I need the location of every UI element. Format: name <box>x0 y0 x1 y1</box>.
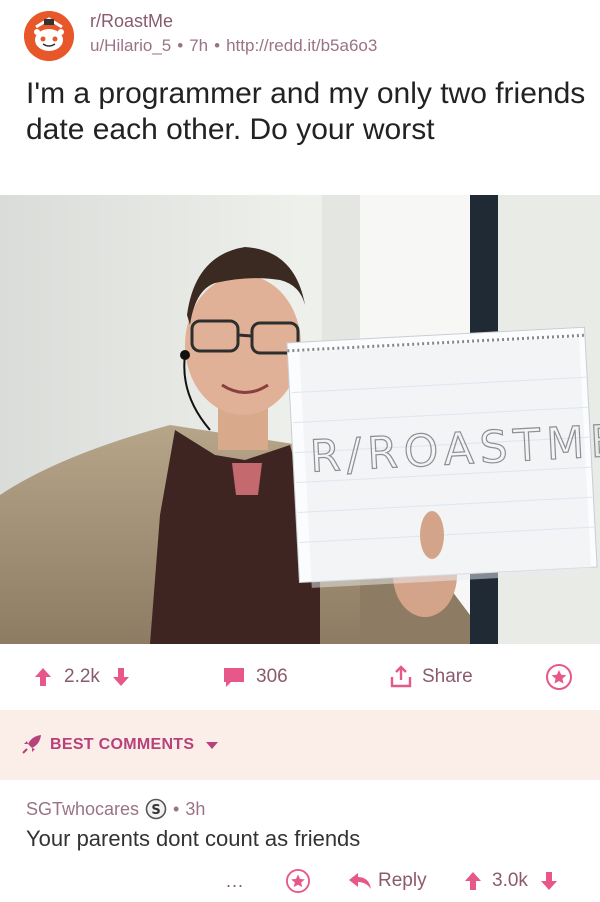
downvote-arrow-icon[interactable] <box>540 871 558 891</box>
comment-score: 3.0k <box>492 870 528 891</box>
comments-button[interactable]: 306 <box>222 644 288 710</box>
flair-coin-icon: S <box>145 798 167 820</box>
chevron-down-icon <box>206 742 218 749</box>
post-action-bar: 2.2k 306 Share <box>0 644 600 710</box>
award-button[interactable] <box>546 644 572 710</box>
reply-label: Reply <box>378 870 427 891</box>
comment-body: Your parents dont count as friends <box>26 826 361 851</box>
upvote-arrow-icon[interactable] <box>34 667 52 687</box>
comment-item: SGTwhocares S • 3h Your parents dont cou… <box>0 780 600 902</box>
separator-dot: • <box>173 798 180 819</box>
post-image[interactable]: R/ROASTME <box>0 195 600 644</box>
svg-text:S: S <box>151 803 160 818</box>
post-header: r/RoastMe u/Hilario_5 • 7h • http://redd.it/… <box>0 0 600 61</box>
reply-arrow-icon <box>349 873 371 889</box>
comment-age: 3h <box>185 798 206 819</box>
post-meta: u/Hilario_5 • 7h • http://redd.it/b5a6o3 <box>90 36 377 56</box>
post-score: 2.2k <box>64 666 100 687</box>
comment-author[interactable]: SGTwhocares <box>26 799 139 820</box>
reply-button[interactable]: Reply <box>348 864 427 898</box>
subreddit-name[interactable]: r/RoastMe <box>90 11 173 32</box>
downvote-arrow-icon[interactable] <box>112 667 130 687</box>
award-icon <box>286 869 310 893</box>
snoo-icon <box>24 11 74 61</box>
post-author[interactable]: u/Hilario_5 <box>90 36 171 55</box>
share-label: Share <box>422 666 473 687</box>
share-button[interactable]: Share <box>388 644 473 710</box>
comment-vote-group: 3.0k <box>464 864 558 898</box>
award-icon <box>546 664 572 690</box>
rocket-icon <box>22 735 41 754</box>
subreddit-avatar[interactable] <box>24 11 74 61</box>
separator-dot: • <box>214 36 221 55</box>
comment-bubble-icon <box>224 668 244 687</box>
upvote-arrow-icon[interactable] <box>464 871 482 891</box>
share-icon <box>390 665 412 688</box>
selfie-photo: R/ROASTME <box>0 195 600 644</box>
post-title[interactable]: I'm a programmer and my only two friends… <box>26 76 586 148</box>
post-vote-group: 2.2k <box>34 644 130 710</box>
comment-action-bar: ... Reply 3.0k <box>0 864 600 898</box>
post-link[interactable]: http://redd.it/b5a6o3 <box>226 36 377 55</box>
separator-dot: • <box>177 36 184 55</box>
comment-award-button[interactable] <box>286 864 310 898</box>
best-comments-label: BEST COMMENTS <box>50 736 195 753</box>
more-options-button[interactable]: ... <box>226 864 244 898</box>
comment-count: 306 <box>256 666 288 687</box>
comment-header: SGTwhocares S • 3h <box>26 798 205 820</box>
sort-bar[interactable]: BEST COMMENTS <box>0 710 600 780</box>
post-age: 7h <box>189 36 209 55</box>
